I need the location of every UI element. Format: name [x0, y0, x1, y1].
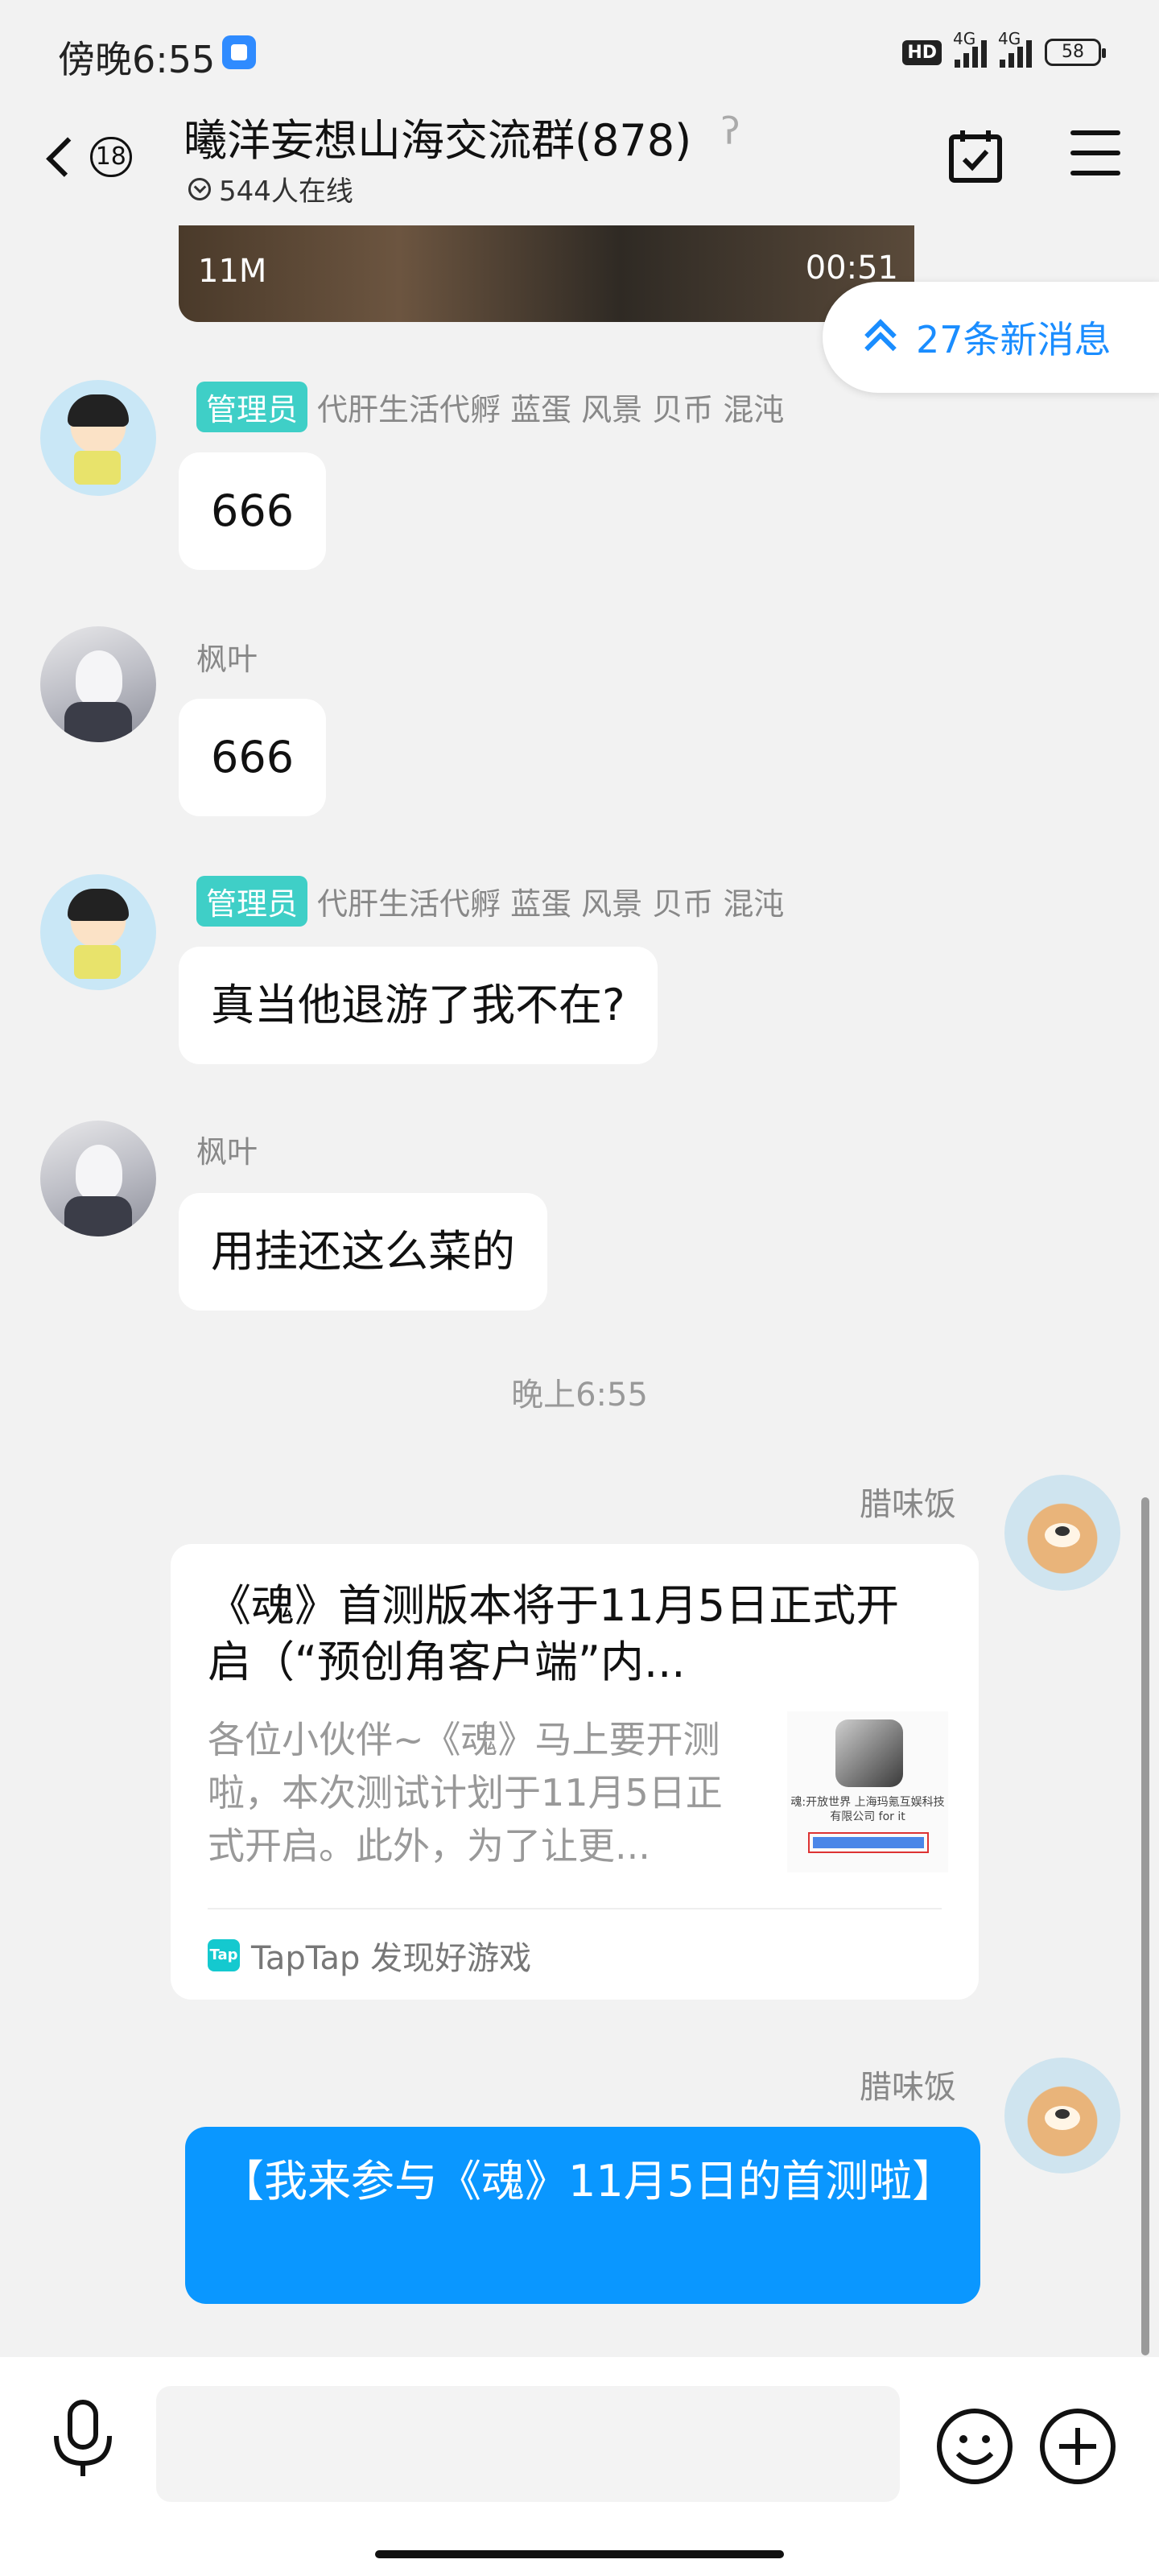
double-chevron-up-icon	[864, 317, 897, 364]
sender-row: 管理员 代肝生活代孵 蓝蛋 风景 贝币 混沌	[196, 382, 784, 432]
divider	[208, 1908, 942, 1909]
home-indicator[interactable]	[375, 2550, 784, 2558]
input-bar	[0, 2357, 1159, 2576]
avatar[interactable]	[1004, 1475, 1120, 1591]
battery-icon: 58	[1045, 39, 1106, 66]
menu-icon[interactable]	[1070, 130, 1120, 175]
new-messages-label: 27条新消息	[916, 318, 1112, 361]
online-count[interactable]: 544人在线	[188, 169, 353, 208]
avatar[interactable]	[40, 626, 156, 742]
message-bubble-self[interactable]: 【我来参与《魂》11月5日的首测啦】	[185, 2127, 980, 2304]
chevron-left-icon	[46, 137, 86, 177]
sender-name: 枫叶	[196, 642, 258, 677]
hd-icon: HD	[902, 39, 942, 65]
sender-name: 腊味饭	[860, 2069, 956, 2106]
link-card-title: 《魂》首测版本将于11月5日正式开启（“预创角客户端”内...	[208, 1580, 900, 1687]
chevron-down-icon	[188, 177, 211, 200]
status-time: 傍晚6:55	[58, 38, 216, 81]
scrollbar[interactable]	[1141, 1497, 1149, 2355]
back-button[interactable]: 18	[35, 121, 132, 193]
plus-icon[interactable]	[1038, 2407, 1117, 2486]
video-size: 11M	[198, 253, 267, 290]
online-label: 544人在线	[219, 175, 353, 208]
new-messages-button[interactable]: 27条新消息	[823, 282, 1159, 393]
message-bubble[interactable]: 用挂还这么菜的	[179, 1193, 547, 1311]
avatar[interactable]	[40, 380, 156, 496]
taptap-icon: Tap	[208, 1939, 240, 1971]
status-indicators: HD 4G 4G 58	[902, 29, 1106, 71]
signal-icon: 4G	[953, 29, 987, 68]
sender-row: 管理员 代肝生活代孵 蓝蛋 风景 贝币 混沌	[196, 876, 784, 927]
game-logo-icon	[835, 1719, 903, 1787]
sender-name: 代肝生活代孵 蓝蛋 风景 贝币 混沌	[317, 886, 785, 922]
time-separator: 晚上6:55	[511, 1377, 648, 1414]
message-input[interactable]	[156, 2386, 900, 2502]
message-bubble[interactable]: 真当他退游了我不在?	[179, 947, 658, 1064]
emoji-icon[interactable]	[935, 2407, 1014, 2486]
avatar[interactable]	[40, 874, 156, 990]
unread-badge: 18	[89, 137, 132, 177]
avatar[interactable]	[1004, 2058, 1120, 2174]
signal-label: 4G	[953, 29, 976, 48]
message-bubble[interactable]: 666	[179, 452, 327, 570]
sender-name: 腊味饭	[860, 1486, 956, 1523]
link-card-source: Tap TapTap 发现好游戏	[208, 1932, 531, 1979]
link-card-description: 各位小伙伴~《魂》马上要开测啦，本次测试计划于11月5日正式开启。此外，为了让更…	[208, 1718, 723, 1868]
signal-icon-2: 4G	[998, 29, 1032, 68]
thumbnail-button	[808, 1832, 929, 1853]
link-card[interactable]: 《魂》首测版本将于11月5日正式开启（“预创角客户端”内... 各位小伙伴~《魂…	[171, 1544, 979, 2000]
source-label: TapTap 发现好游戏	[251, 1940, 532, 1977]
chat-title[interactable]: 曦洋妄想山海交流群(878)	[184, 105, 691, 168]
video-message[interactable]: 11M 00:51	[179, 225, 914, 322]
app-notification-icon	[222, 35, 256, 69]
sender-name: 枫叶	[196, 1134, 258, 1170]
sender-name: 代肝生活代孵 蓝蛋 风景 贝币 混沌	[317, 392, 785, 427]
sender-row: 枫叶	[196, 634, 258, 679]
sender-row: 枫叶	[196, 1127, 258, 1171]
message-bubble[interactable]: 666	[179, 699, 327, 816]
calendar-check-icon[interactable]	[947, 127, 1004, 185]
link-card-thumbnail: 魂:开放世界 上海玛氪互娱科技有限公司 for it	[787, 1711, 948, 1872]
admin-badge: 管理员	[196, 876, 308, 927]
avatar[interactable]	[40, 1121, 156, 1236]
ear-icon[interactable]: ʔ	[721, 109, 740, 153]
microphone-icon[interactable]	[48, 2399, 118, 2479]
signal-label-2: 4G	[998, 29, 1021, 48]
admin-badge: 管理员	[196, 382, 308, 432]
thumbnail-caption: 魂:开放世界 上海玛氪互娱科技有限公司 for it	[790, 1796, 945, 1823]
